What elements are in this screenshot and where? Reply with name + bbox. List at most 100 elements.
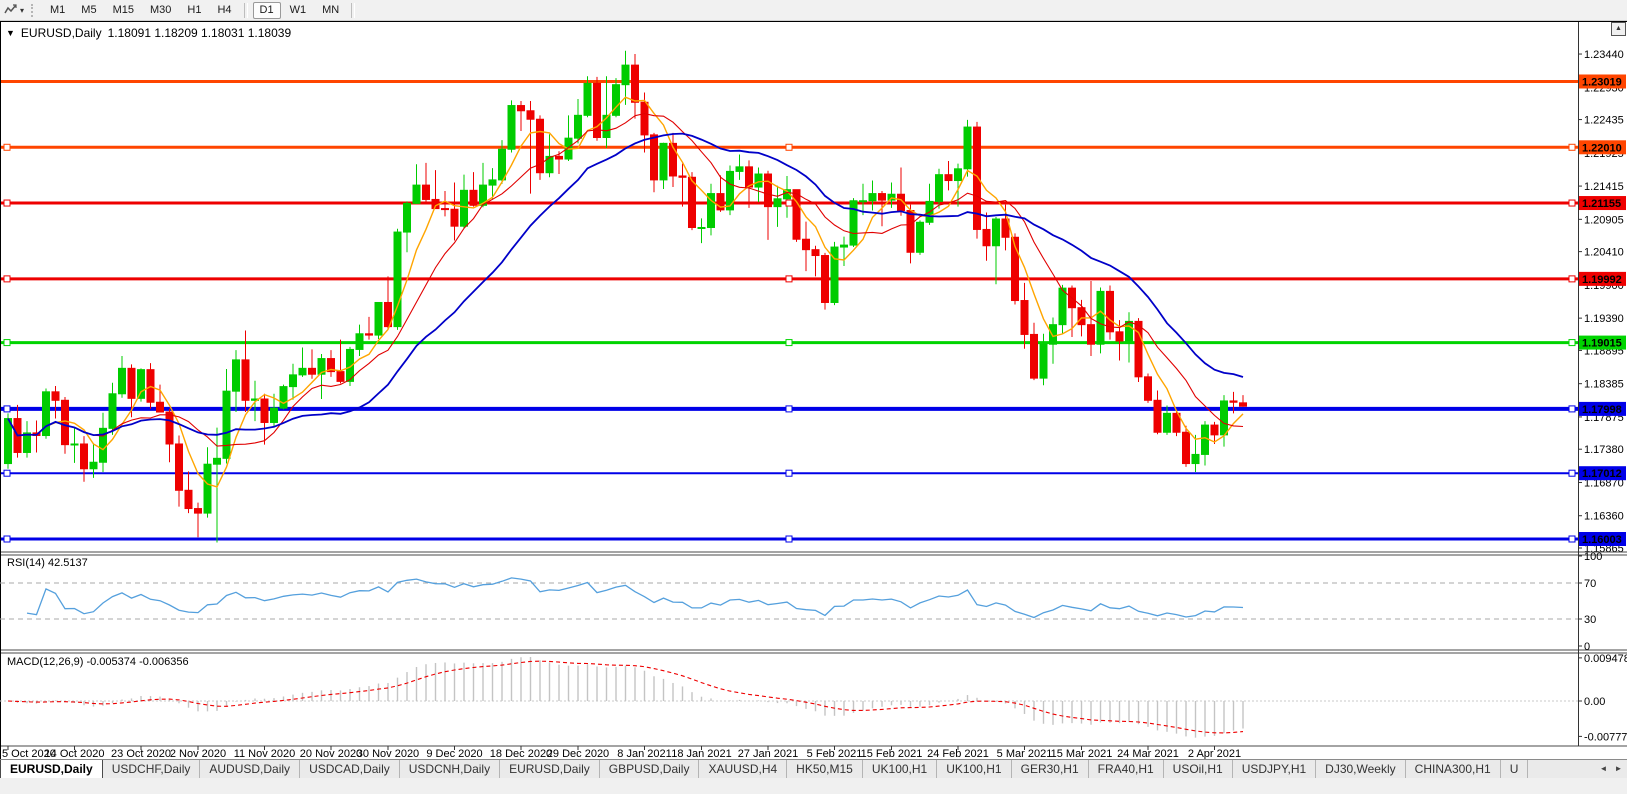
line-anchor-handle[interactable]	[786, 276, 792, 282]
rsi-indicator-label: RSI(14) 42.5137	[7, 557, 88, 569]
chart-tab-dj30-weekly[interactable]: DJ30,Weekly	[1316, 760, 1405, 778]
candle-up	[356, 334, 363, 350]
chart-surface[interactable]: 1.234401.229301.224351.219251.214151.209…	[0, 22, 1627, 760]
chart-tab-usoil-h1[interactable]: USOil,H1	[1164, 760, 1233, 778]
candle-down	[62, 400, 69, 444]
line-anchor-handle[interactable]	[4, 276, 10, 282]
chart-tab-ger30-h1[interactable]: GER30,H1	[1012, 760, 1089, 778]
line-anchor-handle[interactable]	[4, 340, 10, 346]
candle-up	[936, 175, 943, 202]
line-anchor-handle[interactable]	[4, 470, 10, 476]
line-anchor-handle[interactable]	[4, 406, 10, 412]
candle-up	[660, 143, 667, 180]
line-anchor-handle[interactable]	[1569, 536, 1575, 542]
candle-up	[499, 149, 506, 180]
candle-down	[679, 176, 686, 177]
candle-up	[461, 190, 468, 226]
line-anchor-handle[interactable]	[1569, 276, 1575, 282]
period-button-H1[interactable]: H1	[180, 2, 208, 19]
line-anchor-handle[interactable]	[786, 470, 792, 476]
price-axis-label: 1.17380	[1584, 444, 1624, 456]
candle-down	[793, 190, 800, 240]
candle-up	[413, 185, 420, 203]
candle-up	[622, 65, 629, 85]
period-button-D1[interactable]: D1	[253, 2, 281, 19]
line-anchor-handle[interactable]	[4, 536, 10, 542]
candle-down	[822, 256, 829, 303]
line-anchor-handle[interactable]	[786, 200, 792, 206]
period-button-M15[interactable]: M15	[106, 2, 141, 19]
tabs-scroll-right-icon[interactable]: ►	[1612, 762, 1625, 776]
candle-up	[727, 171, 734, 209]
toolbar-grip[interactable]	[31, 4, 37, 17]
chart-tab-xauusd-h4[interactable]: XAUUSD,H4	[699, 760, 787, 778]
candle-up	[214, 458, 221, 464]
period-button-M1[interactable]: M1	[43, 2, 72, 19]
toolbar-separator	[351, 3, 355, 18]
chart-tab-uk100-h1[interactable]: UK100,H1	[937, 760, 1011, 778]
candle-up	[993, 219, 1000, 246]
line-anchor-handle[interactable]	[4, 200, 10, 206]
chart-tab-usdcnh-daily[interactable]: USDCNH,Daily	[400, 760, 500, 778]
candle-down	[185, 490, 192, 508]
candle-up	[375, 302, 382, 335]
tabs-scroll-left-icon[interactable]: ◄	[1597, 762, 1610, 776]
candle-up	[1050, 325, 1057, 345]
candle-up	[90, 462, 97, 469]
candle-down	[1031, 334, 1038, 378]
chart-tab-eurusd-daily[interactable]: EURUSD,Daily	[0, 760, 103, 778]
candle-down	[518, 106, 525, 111]
candle-down	[81, 444, 88, 469]
candle-up	[280, 387, 287, 409]
line-anchor-handle[interactable]	[1569, 200, 1575, 206]
price-badge-label: 1.19015	[1582, 338, 1622, 350]
period-button-MN[interactable]: MN	[315, 2, 346, 19]
chart-cursor-icon[interactable]: ▾	[0, 2, 28, 19]
chart-tab-gbpusd-daily[interactable]: GBPUSD,Daily	[600, 760, 700, 778]
macd-axis-label: 0.009478	[1584, 653, 1627, 665]
chart-tab-usdchf-daily[interactable]: USDCHF,Daily	[103, 760, 201, 778]
macd-indicator-label: MACD(12,26,9) -0.005374 -0.006356	[7, 656, 189, 668]
candle-down	[1021, 301, 1028, 335]
chart-tab-fra40-h1[interactable]: FRA40,H1	[1089, 760, 1164, 778]
candle-down	[1183, 432, 1190, 463]
chart-tab-hk50-m15[interactable]: HK50,M15	[787, 760, 863, 778]
chart-tab-usdcad-daily[interactable]: USDCAD,Daily	[300, 760, 400, 778]
candle-up	[736, 167, 743, 172]
candle-up	[204, 464, 211, 513]
line-anchor-handle[interactable]	[786, 144, 792, 150]
period-button-M5[interactable]: M5	[74, 2, 103, 19]
toolbar-separator	[244, 3, 248, 18]
line-anchor-handle[interactable]	[786, 406, 792, 412]
candle-down	[423, 185, 430, 199]
candle-up	[1059, 288, 1066, 325]
price-axis-label: 1.20410	[1584, 247, 1624, 259]
line-anchor-handle[interactable]	[1569, 144, 1575, 150]
candle-down	[166, 412, 173, 444]
candle-up	[850, 201, 857, 245]
price-badge-label: 1.17012	[1582, 468, 1622, 480]
line-anchor-handle[interactable]	[1569, 470, 1575, 476]
chart-tabs: EURUSD,DailyUSDCHF,DailyAUDUSD,DailyUSDC…	[0, 760, 1528, 778]
chart-tab-u[interactable]: U	[1501, 760, 1529, 778]
line-anchor-handle[interactable]	[786, 536, 792, 542]
chart-tab-uk100-h1[interactable]: UK100,H1	[863, 760, 937, 778]
collapse-indicator-icon[interactable]: ▼	[6, 28, 15, 38]
candle-down	[641, 102, 648, 135]
line-anchor-handle[interactable]	[1569, 340, 1575, 346]
chart-tab-eurusd-daily[interactable]: EURUSD,Daily	[500, 760, 600, 778]
period-button-W1[interactable]: W1	[283, 2, 314, 19]
chart-tab-audusd-daily[interactable]: AUDUSD,Daily	[200, 760, 300, 778]
candle-down	[470, 190, 477, 205]
period-button-H4[interactable]: H4	[210, 2, 238, 19]
price-axis-label: 1.20905	[1584, 214, 1624, 226]
line-anchor-handle[interactable]	[1569, 406, 1575, 412]
chart-tab-china300-h1[interactable]: CHINA300,H1	[1406, 760, 1501, 778]
chart-tab-usdjpy-h1[interactable]: USDJPY,H1	[1233, 760, 1316, 778]
line-anchor-handle[interactable]	[786, 340, 792, 346]
candle-up	[71, 444, 78, 445]
scroll-up-button[interactable]: ▲	[1611, 22, 1626, 36]
candle-down	[1116, 332, 1123, 341]
period-button-M30[interactable]: M30	[143, 2, 178, 19]
line-anchor-handle[interactable]	[4, 144, 10, 150]
